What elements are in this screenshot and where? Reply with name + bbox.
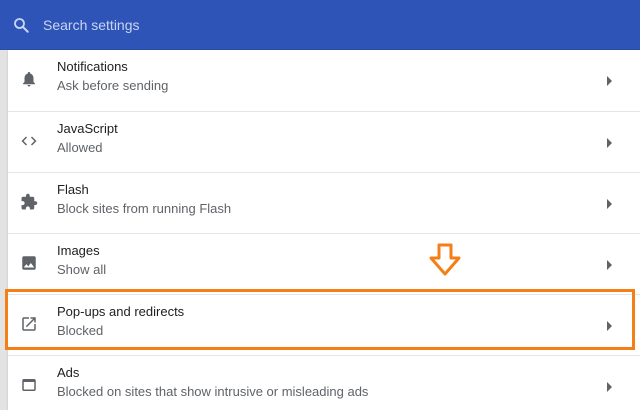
open-in-new-icon [22,317,36,331]
row-subtitle: Show all [57,262,107,277]
code-brackets-icon [21,136,37,146]
row-subtitle: Allowed [57,140,103,155]
chevron-right-icon[interactable] [606,260,614,270]
search-icon[interactable] [12,16,30,34]
chevron-right-icon[interactable] [606,321,614,331]
chevron-right-icon[interactable] [606,199,614,209]
chevron-right-icon[interactable] [606,138,614,148]
chevron-right-icon[interactable] [606,382,614,392]
chevron-right-icon[interactable] [606,76,614,86]
row-flash[interactable]: Flash Block sites from running Flash [8,172,640,233]
search-input[interactable]: Search settings [43,15,140,35]
search-bar[interactable]: Search settings [0,0,640,50]
row-javascript[interactable]: JavaScript Allowed [8,111,640,172]
row-notifications[interactable]: Notifications Ask before sending [8,50,640,111]
down-arrow-icon [429,243,461,276]
row-ads[interactable]: Ads Blocked on sites that show intrusive… [8,355,640,410]
row-title: Pop-ups and redirects [57,304,185,319]
settings-list: Notifications Ask before sending JavaScr… [8,50,640,410]
settings-screen: Search settings Notifications Ask before… [0,0,640,410]
row-title: JavaScript [57,121,118,136]
row-title: Notifications [57,59,128,74]
row-subtitle: Blocked on sites that show intrusive or … [57,384,369,399]
row-subtitle: Blocked [57,323,104,338]
bell-icon [23,71,35,87]
row-subtitle: Block sites from running Flash [57,201,232,216]
browser-window-icon [22,379,36,391]
row-subtitle: Ask before sending [57,78,169,93]
row-title: Ads [57,365,80,380]
row-images[interactable]: Images Show all [8,233,640,294]
puzzle-piece-icon [21,193,38,210]
row-popups-and-redirects[interactable]: Pop-ups and redirects Blocked [8,294,640,355]
row-title: Images [57,243,100,258]
row-title: Flash [57,182,89,197]
image-icon [22,256,36,270]
